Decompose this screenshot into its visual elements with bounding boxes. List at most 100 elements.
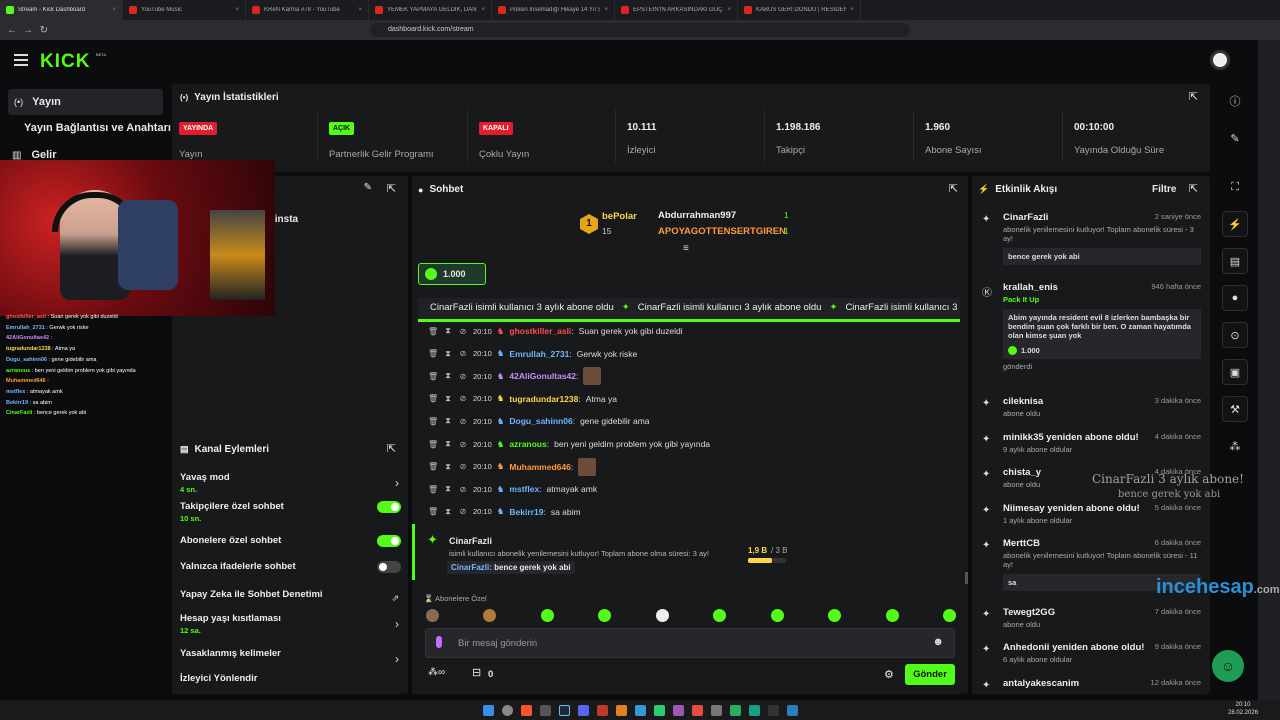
send-button[interactable]: Gönder xyxy=(905,664,955,685)
timeout-icon[interactable]: ⧗ xyxy=(443,326,453,336)
sub-reply-user[interactable]: CinarFazli: xyxy=(451,563,492,572)
popout-icon[interactable]: ⇱ xyxy=(949,182,958,195)
brave-icon[interactable] xyxy=(520,704,532,716)
emoji-icon[interactable]: ☻ xyxy=(932,636,944,648)
ban-icon[interactable]: ⊘ xyxy=(458,507,468,516)
chat-message[interactable]: 🗑 ⧗ ⊘ 20:10 ♞ Muhammed646: xyxy=(428,457,597,476)
emote[interactable] xyxy=(483,609,497,622)
trash-icon[interactable]: 🗑 xyxy=(428,417,438,426)
expand-icon[interactable]: ≡ xyxy=(683,243,689,254)
trash-icon[interactable]: 🗑 xyxy=(428,462,438,471)
activity-event[interactable]: ✦ Niimesay yeniden abone oldu! 1 aylık abo… xyxy=(980,503,1205,525)
emote[interactable] xyxy=(655,609,669,622)
chat-username[interactable]: Dogu_sahinn06 xyxy=(509,416,572,426)
bolt-icon[interactable]: ⚡ xyxy=(1222,211,1248,237)
timeout-icon[interactable]: ⧗ xyxy=(443,484,453,494)
chat-username[interactable]: Emrullah_2731 xyxy=(509,349,569,359)
trash-icon[interactable]: 🗑 xyxy=(428,372,438,381)
notes-icon[interactable]: ▤ xyxy=(1222,248,1248,274)
app-icon[interactable] xyxy=(672,704,684,716)
leader-name[interactable]: bePolar xyxy=(602,211,637,222)
popout-icon[interactable]: ⇱ xyxy=(387,182,396,195)
filter-button[interactable]: Filtre xyxy=(1152,184,1176,195)
edit-icon[interactable]: ✎ xyxy=(364,182,372,193)
chat-message[interactable]: 🗑 ⧗ ⊘ 20:10 ♞ Emrullah_2731: Gerwk yok riske xyxy=(428,345,637,363)
chat-username[interactable]: 42AliGonultas42 xyxy=(509,371,576,381)
app-icon[interactable] xyxy=(691,704,703,716)
panel-icon[interactable]: ▣ xyxy=(1222,359,1248,385)
leader2-name[interactable]: Abdurrahman997 xyxy=(658,210,736,221)
chat-message[interactable]: 🗑 ⧗ ⊘ 20:10 ♞ ghostkiller_asli: Suan gerek yok… xyxy=(428,322,683,340)
activity-event[interactable]: ✦ Anhedonii yeniden abone oldu! 6 aylık ab… xyxy=(980,642,1205,664)
browser-tab[interactable]: YEMEK YAPMAYA GELDİK, DANK YE × xyxy=(369,0,492,20)
browser-tab[interactable]: YouTube Music × xyxy=(123,0,246,20)
app-icon[interactable] xyxy=(729,704,741,716)
chat-username[interactable]: Muhammed646 xyxy=(509,462,570,472)
timeout-icon[interactable]: ⧗ xyxy=(443,462,453,472)
activity-event[interactable]: ✦ antalyakescanim 12 dakika önce xyxy=(980,678,1205,691)
chat-username[interactable]: Bekirr19 xyxy=(509,507,543,517)
activity-event[interactable]: ✦ CinarFazli abonelik yenilemesini kutluyo… xyxy=(980,212,1205,265)
close-icon[interactable]: × xyxy=(850,7,854,13)
settings-icon[interactable]: ⚙ xyxy=(884,668,894,681)
channel-action-item[interactable]: İzleyici Yönlendir xyxy=(180,673,405,695)
search-icon[interactable] xyxy=(501,704,513,716)
points-icon[interactable]: ⁂∞ xyxy=(428,667,445,678)
timeout-icon[interactable]: ⧗ xyxy=(443,371,453,381)
activity-event[interactable]: ✦ Tewegt2GG abone oldu 7 dakika önce xyxy=(980,607,1205,629)
browser-tab[interactable]: Polisin İnsemadığı Hikaye 14 Yıl Son × xyxy=(492,0,615,20)
sidebar-item-yayin[interactable]: (•) Yayın xyxy=(8,89,163,115)
close-icon[interactable]: × xyxy=(604,7,608,13)
forward-icon[interactable]: → xyxy=(20,25,36,36)
chat-message[interactable]: 🗑 ⧗ ⊘ 20:10 ♞ azranous: ben yeni geldim proble… xyxy=(428,435,710,453)
channel-action-item[interactable]: Yalnızca ifadelerle sohbet xyxy=(180,561,405,583)
external-link-icon[interactable]: ⇗ xyxy=(391,593,399,604)
emote[interactable] xyxy=(540,609,554,622)
channel-action-item[interactable]: Yasaklanmış kelimeler › xyxy=(180,648,405,670)
timeout-icon[interactable]: ⧗ xyxy=(443,507,453,517)
timeout-icon[interactable]: ⧗ xyxy=(443,394,453,404)
emote[interactable] xyxy=(426,609,439,622)
sub-event-user[interactable]: CinarFazli xyxy=(449,536,492,546)
info-icon[interactable]: ⓘ xyxy=(1222,88,1248,114)
wrench-icon[interactable]: ⚒ xyxy=(1222,396,1248,422)
chat-message[interactable]: 🗑 ⧗ ⊘ 20:10 ♞ Bekirr19: sa abim xyxy=(428,503,581,521)
back-icon[interactable]: ← xyxy=(4,25,20,36)
close-icon[interactable]: × xyxy=(727,7,731,13)
activity-event[interactable]: Ⓚkrallah_enis Pack It Up Abim yayında resi… xyxy=(980,282,1205,371)
toggle-switch[interactable] xyxy=(377,561,401,573)
chat-username[interactable]: ghostkiller_asli xyxy=(509,326,571,336)
browser-tab[interactable]: Stream - Kick Dashboard × xyxy=(0,0,123,20)
activity-event[interactable]: ✦ minikk35 yeniden abone oldu! 9 aylık abo… xyxy=(980,432,1205,454)
scene-icon[interactable]: ⛶ xyxy=(1222,174,1248,200)
message-input[interactable]: Bir mesaj gönderin ☻ xyxy=(425,628,955,658)
avatar[interactable] xyxy=(1210,50,1230,70)
kick-logo[interactable]: KICK xyxy=(40,51,90,73)
timeout-icon[interactable]: ⧗ xyxy=(443,416,453,426)
timeout-icon[interactable]: ⧗ xyxy=(443,439,453,449)
gift-icon[interactable]: ⊟ xyxy=(472,666,481,679)
app-icon[interactable] xyxy=(653,704,665,716)
app-icon[interactable] xyxy=(634,704,646,716)
emote[interactable] xyxy=(885,609,899,622)
browser-tab[interactable]: KReN Karma #78 - YouTube × xyxy=(246,0,369,20)
chat-message[interactable]: 🗑 ⧗ ⊘ 20:10 ♞ Dogu_sahinn06: gene gidebilir am… xyxy=(428,412,650,430)
app-icon[interactable] xyxy=(786,704,798,716)
pencil-icon[interactable]: ✎ xyxy=(1222,125,1248,151)
close-icon[interactable]: × xyxy=(112,7,116,13)
chevron-right-icon[interactable]: › xyxy=(395,476,399,490)
chat-username[interactable]: mstflex xyxy=(509,484,539,494)
emote[interactable] xyxy=(828,609,842,622)
app-icon[interactable] xyxy=(596,704,608,716)
share-icon[interactable]: ⁂ xyxy=(1222,433,1248,459)
url-field[interactable]: dashboard.kick.com/stream xyxy=(370,23,910,37)
trash-icon[interactable]: 🗑 xyxy=(428,349,438,358)
chevron-right-icon[interactable]: › xyxy=(395,652,399,666)
chat-message[interactable]: 🗑 ⧗ ⊘ 20:10 ♞ mstflex: atmayak amk xyxy=(428,480,597,498)
emote[interactable] xyxy=(713,609,727,622)
app-icon[interactable] xyxy=(615,704,627,716)
ban-icon[interactable]: ⊘ xyxy=(458,440,468,449)
channel-action-item[interactable]: Takipçilere özel sohbet 10 sn. xyxy=(180,501,405,523)
steam-icon[interactable] xyxy=(558,704,570,716)
app-icon[interactable] xyxy=(767,704,779,716)
